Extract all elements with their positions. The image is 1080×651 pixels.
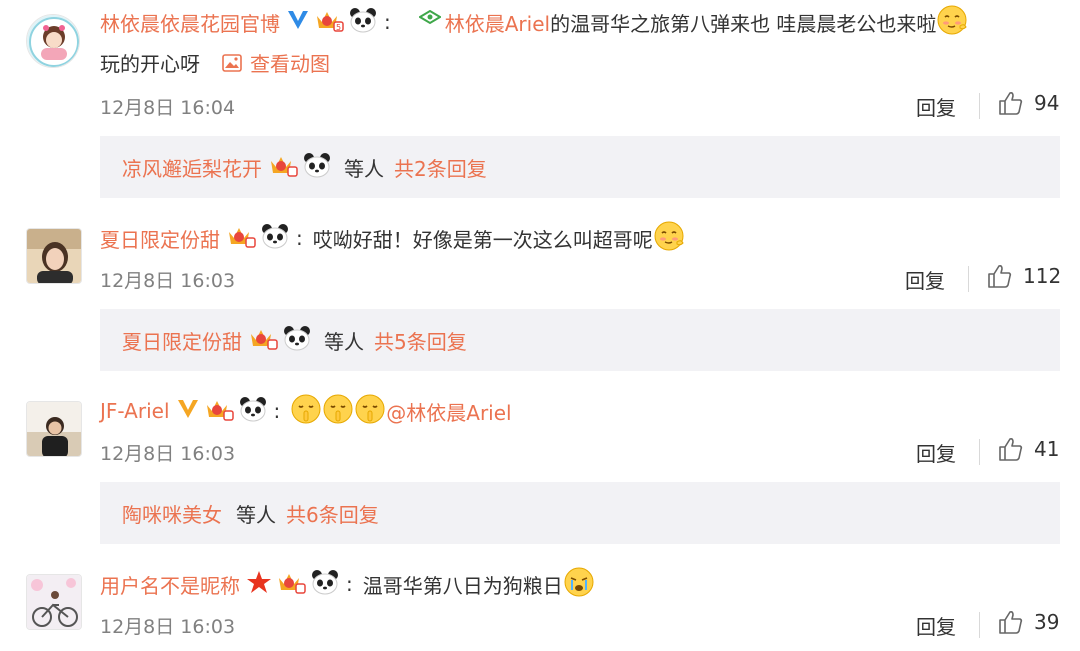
colon: :	[346, 572, 353, 596]
verified-gold-icon	[176, 398, 200, 425]
avatar[interactable]	[26, 14, 80, 68]
shush-face-icon	[354, 393, 386, 430]
thumbs-up-icon	[999, 611, 1023, 634]
comment-text: 温哥华第八日为狗粮日	[362, 573, 563, 598]
comment-time: 12月8日 16:04	[100, 97, 236, 119]
shush-face-icon	[322, 393, 354, 430]
super-topic-icon	[417, 9, 442, 35]
like-count: 94	[1034, 91, 1060, 115]
thumbs-up-icon	[988, 265, 1012, 288]
comment-text: 哎呦好甜！好像是第一次这么叫超哥呢	[312, 227, 653, 252]
like-button[interactable]: 94	[998, 90, 1059, 116]
view-gif-link[interactable]: 查看动图	[222, 48, 330, 77]
panda-icon	[260, 223, 290, 254]
username-link[interactable]: JF-Ariel	[100, 399, 170, 423]
comment-text-2: 玩的开心呀	[100, 52, 200, 76]
shush-face-icon	[290, 393, 322, 430]
member-crown-icon	[248, 326, 278, 355]
like-count: 41	[1034, 437, 1060, 461]
username-link[interactable]: 夏日限定份甜	[100, 224, 220, 253]
avatar[interactable]	[26, 228, 82, 284]
shy-face-icon	[653, 220, 685, 257]
sub-reply-etc: 等人	[344, 156, 384, 181]
username-link[interactable]: 林依晨依晨花园官博	[100, 8, 280, 37]
mention-link[interactable]: 林依晨Ariel	[445, 8, 550, 37]
divider	[968, 266, 969, 292]
reply-button[interactable]: 回复	[916, 92, 956, 121]
panda-icon	[238, 396, 268, 427]
sub-reply-total[interactable]: 共5条回复	[374, 326, 467, 355]
like-count: 112	[1023, 264, 1062, 288]
panda-icon	[282, 325, 312, 356]
avatar[interactable]	[26, 401, 82, 457]
verified-blue-icon	[286, 9, 310, 36]
colon: :	[384, 10, 391, 34]
divider	[979, 439, 980, 465]
reply-button[interactable]: 回复	[905, 265, 945, 294]
panda-icon	[302, 152, 332, 183]
star-icon	[246, 570, 272, 599]
image-icon	[222, 53, 242, 72]
reply-button[interactable]: 回复	[916, 611, 956, 640]
member-crown-icon	[268, 153, 298, 182]
thumbs-up-icon	[999, 92, 1023, 115]
sub-reply-user[interactable]: 陶咪咪美女	[122, 499, 222, 528]
sub-replies-box[interactable]: 夏日限定份甜 等人 共5条回复	[100, 309, 1060, 371]
comment-time: 12月8日 16:03	[100, 270, 236, 292]
divider	[979, 612, 980, 638]
colon: :	[296, 226, 303, 250]
comment-time: 12月8日 16:03	[100, 443, 236, 465]
mention-link[interactable]: @林依晨Ariel	[386, 397, 511, 426]
member-crown-icon: 5	[314, 8, 344, 37]
comment-time: 12月8日 16:03	[100, 616, 236, 638]
thumbs-up-icon	[999, 438, 1023, 461]
sub-reply-total[interactable]: 共2条回复	[394, 153, 487, 182]
comment-text: 的温哥华之旅第八弹来也 哇晨晨老公也来啦	[550, 11, 937, 36]
like-button[interactable]: 39	[998, 609, 1059, 635]
like-count: 39	[1034, 610, 1060, 634]
username-link[interactable]: 用户名不是昵称	[100, 570, 240, 599]
reply-button[interactable]: 回复	[916, 438, 956, 467]
sub-reply-etc: 等人	[324, 329, 364, 354]
view-gif-label[interactable]: 查看动图	[250, 48, 330, 77]
member-crown-icon	[276, 570, 306, 599]
sub-replies-box[interactable]: 陶咪咪美女 等人 共6条回复	[100, 482, 1060, 544]
like-button[interactable]: 112	[987, 263, 1061, 289]
member-crown-icon	[226, 224, 256, 253]
sub-reply-user[interactable]: 凉风邂逅梨花开	[122, 153, 262, 182]
shy-face-icon	[936, 4, 968, 41]
sub-reply-etc: 等人	[236, 502, 276, 527]
cry-face-icon	[563, 566, 595, 603]
divider	[979, 93, 980, 119]
panda-icon	[348, 7, 378, 38]
avatar[interactable]	[26, 574, 82, 630]
panda-icon	[310, 569, 340, 600]
svg-text:5: 5	[336, 23, 341, 32]
member-crown-icon	[204, 397, 234, 426]
like-button[interactable]: 41	[998, 436, 1059, 462]
colon: :	[273, 399, 281, 423]
sub-reply-user[interactable]: 夏日限定份甜	[122, 326, 242, 355]
sub-replies-box[interactable]: 凉风邂逅梨花开 等人 共2条回复	[100, 136, 1060, 198]
sub-reply-total[interactable]: 共6条回复	[286, 499, 379, 528]
